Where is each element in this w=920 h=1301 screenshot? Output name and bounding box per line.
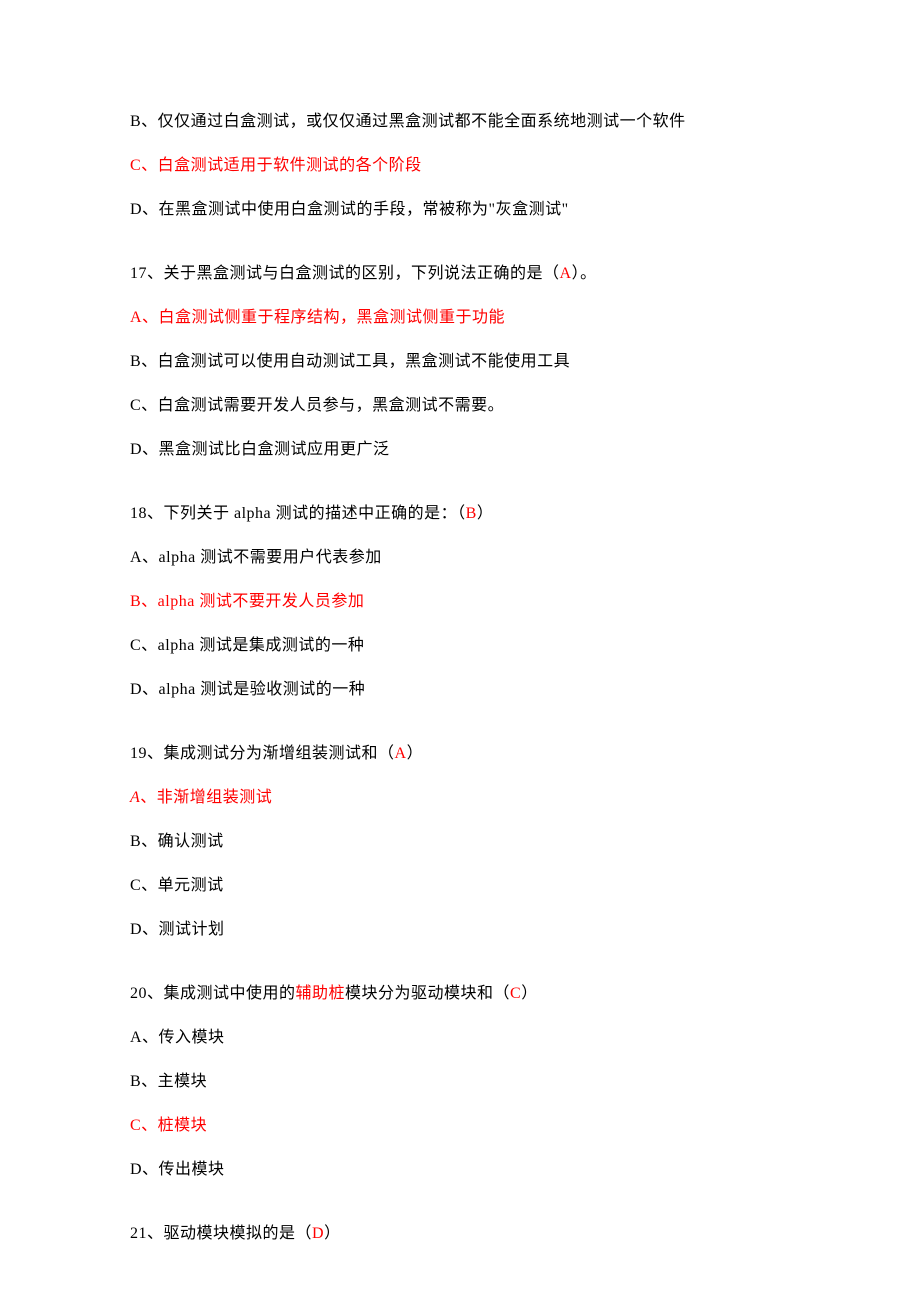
q17-answer: A (560, 265, 572, 282)
q18-option-d: D、alpha 测试是验收测试的一种 (130, 678, 790, 702)
q20-stem-text2: 模块分为驱动模块和（ (345, 985, 510, 1002)
spacer (130, 242, 790, 262)
q19-stem-text: 19、集成测试分为渐增组装测试和（ (130, 745, 395, 762)
q19-stem: 19、集成测试分为渐增组装测试和（A） (130, 742, 790, 766)
q17-option-d: D、黑盒测试比白盒测试应用更广泛 (130, 438, 790, 462)
spacer (130, 722, 790, 742)
q17-stem-text: 17、关于黑盒测试与白盒测试的区别，下列说法正确的是（ (130, 265, 560, 282)
q18-stem-tail: ） (477, 505, 494, 522)
q18-stem: 18、下列关于 alpha 测试的描述中正确的是：（B） (130, 502, 790, 526)
q16-option-b: B、仅仅通过白盒测试，或仅仅通过黑盒测试都不能全面系统地测试一个软件 (130, 110, 790, 134)
spacer (130, 962, 790, 982)
q17-option-a: A、白盒测试侧重于程序结构，黑盒测试侧重于功能 (130, 306, 790, 330)
spacer (130, 1202, 790, 1222)
q19-option-a: A、非渐增组装测试 (130, 786, 790, 810)
q20-stem: 20、集成测试中使用的辅助桩模块分为驱动模块和（C） (130, 982, 790, 1006)
q17-stem-tail: ）。 (572, 265, 597, 282)
q20-stem-text1: 20、集成测试中使用的 (130, 985, 296, 1002)
q20-stem-red: 辅助桩 (296, 985, 346, 1002)
q21-stem: 21、驱动模块模拟的是（D） (130, 1222, 790, 1246)
q21-stem-tail: ） (324, 1225, 341, 1242)
q20-option-b: B、主模块 (130, 1070, 790, 1094)
q19-option-a-text: 、非渐增组装测试 (140, 789, 272, 806)
q19-answer: A (395, 745, 407, 762)
q17-option-b: B、白盒测试可以使用自动测试工具，黑盒测试不能使用工具 (130, 350, 790, 374)
q19-option-b: B、确认测试 (130, 830, 790, 854)
q20-option-a: A、传入模块 (130, 1026, 790, 1050)
q21-answer: D (312, 1225, 324, 1242)
q18-option-c: C、alpha 测试是集成测试的一种 (130, 634, 790, 658)
q20-stem-tail: ） (521, 985, 538, 1002)
q19-option-c: C、单元测试 (130, 874, 790, 898)
q19-option-d: D、测试计划 (130, 918, 790, 942)
q16-option-d: D、在黑盒测试中使用白盒测试的手段，常被称为"灰盒测试" (130, 198, 790, 222)
q19-stem-tail: ） (407, 745, 424, 762)
q20-option-c: C、桩模块 (130, 1114, 790, 1138)
q18-answer: B (466, 505, 477, 522)
q19-option-a-letter: A (130, 789, 140, 806)
q18-stem-text: 18、下列关于 alpha 测试的描述中正确的是：（ (130, 505, 466, 522)
q21-stem-text: 21、驱动模块模拟的是（ (130, 1225, 312, 1242)
q18-option-b: B、alpha 测试不要开发人员参加 (130, 590, 790, 614)
q20-answer: C (510, 985, 521, 1002)
q18-option-a: A、alpha 测试不需要用户代表参加 (130, 546, 790, 570)
q17-option-c: C、白盒测试需要开发人员参与，黑盒测试不需要。 (130, 394, 790, 418)
q16-option-c: C、白盒测试适用于软件测试的各个阶段 (130, 154, 790, 178)
spacer (130, 482, 790, 502)
q17-stem: 17、关于黑盒测试与白盒测试的区别，下列说法正确的是（A）。 (130, 262, 790, 286)
q20-option-d: D、传出模块 (130, 1158, 790, 1182)
